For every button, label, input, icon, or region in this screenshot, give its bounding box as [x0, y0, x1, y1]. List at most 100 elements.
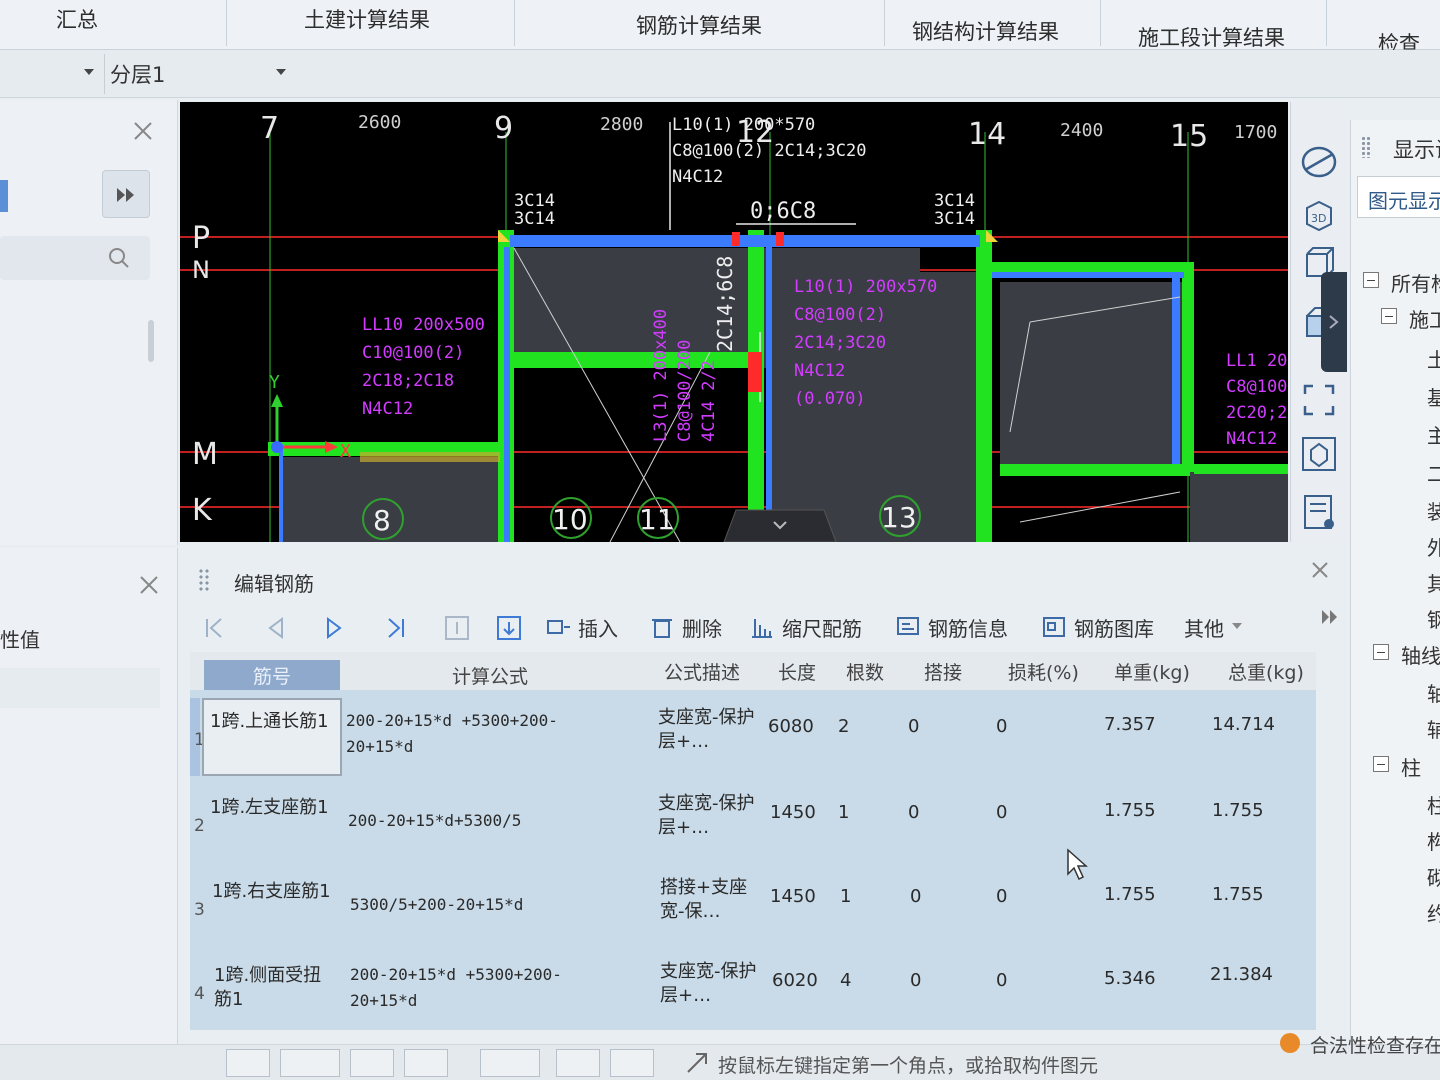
- cell-length[interactable]: 1450: [770, 802, 816, 823]
- status-toggle-button[interactable]: [350, 1049, 394, 1077]
- properties-icon[interactable]: [1299, 492, 1339, 532]
- cell-total-weight[interactable]: 14.714: [1212, 714, 1275, 735]
- warning-icon[interactable]: [1280, 1033, 1300, 1053]
- cell-loss[interactable]: 0: [996, 716, 1007, 737]
- floor-select[interactable]: 分层1: [110, 56, 300, 92]
- cell-lap[interactable]: 0: [910, 970, 921, 991]
- validity-check-status[interactable]: 合法性检查存在: [1310, 1031, 1440, 1058]
- status-toggle-button[interactable]: [226, 1049, 270, 1077]
- cell-lap[interactable]: 0: [908, 716, 919, 737]
- cell-total-weight[interactable]: 21.384: [1210, 964, 1273, 985]
- other-menu-button[interactable]: 其他: [1184, 610, 1242, 644]
- status-toggle-button[interactable]: [480, 1049, 540, 1077]
- cell-count[interactable]: 1: [840, 886, 851, 907]
- cell-formula[interactable]: 200-20+15*d +5300+200-20+15*d: [346, 708, 596, 760]
- tree-item[interactable]: 主: [1427, 420, 1440, 449]
- move-up-icon[interactable]: [444, 615, 470, 641]
- cell-total-weight[interactable]: 1.755: [1212, 800, 1264, 821]
- tab-rebar-results[interactable]: 钢筋计算结果: [636, 10, 762, 40]
- tree-item[interactable]: 基: [1427, 382, 1440, 411]
- status-toggle-button[interactable]: [404, 1049, 448, 1077]
- cell-loss[interactable]: 0: [996, 802, 1007, 823]
- tree-item[interactable]: 柱: [1401, 752, 1421, 781]
- first-record-icon[interactable]: [202, 616, 226, 640]
- collapse-toggle[interactable]: [1373, 756, 1389, 772]
- cell-loss[interactable]: 0: [996, 886, 1007, 907]
- display-settings-icon[interactable]: [1299, 434, 1339, 474]
- insert-button[interactable]: 插入: [546, 610, 618, 644]
- cell-description[interactable]: 搭接+支座宽-保…: [660, 876, 764, 924]
- close-icon[interactable]: [138, 574, 160, 596]
- scrollbar-thumb[interactable]: [148, 320, 154, 362]
- view-3d-icon[interactable]: 3D: [1299, 194, 1339, 234]
- cell-unit-weight[interactable]: 1.755: [1104, 884, 1156, 905]
- zoom-extents-icon[interactable]: [1299, 380, 1339, 420]
- column-header-formula[interactable]: 计算公式: [452, 662, 528, 689]
- column-header-length[interactable]: 长度: [778, 658, 816, 685]
- cell-bar-name[interactable]: 1跨.左支座筋1: [210, 796, 334, 820]
- collapse-toggle[interactable]: [1381, 308, 1397, 324]
- cell-formula[interactable]: 200-20+15*d+5300/5: [348, 808, 598, 834]
- drag-grip-icon[interactable]: [198, 568, 210, 592]
- close-icon[interactable]: [132, 120, 154, 142]
- rebar-info-button[interactable]: 钢筋信息: [896, 610, 1008, 644]
- table-row[interactable]: 3 1跨.右支座筋1 5300/5+200-20+15*d 搭接+支座宽-保… …: [190, 860, 1316, 944]
- cell-unit-weight[interactable]: 1.755: [1104, 800, 1156, 821]
- tree-item[interactable]: 土: [1427, 344, 1440, 373]
- move-down-icon[interactable]: [496, 615, 522, 641]
- side-expand-handle[interactable]: [1321, 272, 1347, 372]
- orbit-icon[interactable]: [1299, 142, 1339, 182]
- tree-item[interactable]: 其: [1427, 568, 1440, 597]
- cell-length[interactable]: 6080: [768, 716, 814, 737]
- table-row[interactable]: 1 1跨.上通长筋1 200-20+15*d +5300+200-20+15*d…: [190, 690, 1316, 776]
- status-toggle-button[interactable]: [556, 1049, 600, 1077]
- cell-description[interactable]: 支座宽-保护层+…: [660, 960, 764, 1008]
- cell-formula[interactable]: 5300/5+200-20+15*d: [350, 892, 600, 918]
- cell-lap[interactable]: 0: [910, 886, 921, 907]
- status-toggle-button[interactable]: [280, 1049, 340, 1077]
- cell-formula[interactable]: 200-20+15*d +5300+200-20+15*d: [350, 962, 600, 1014]
- cell-lap[interactable]: 0: [908, 802, 919, 823]
- cell-total-weight[interactable]: 1.755: [1212, 884, 1264, 905]
- cell-bar-name[interactable]: 1跨.右支座筋1: [212, 880, 336, 904]
- tab-summary[interactable]: 汇总: [56, 4, 98, 34]
- rebar-library-button[interactable]: 钢筋图库: [1042, 610, 1154, 644]
- double-chevron-right-icon[interactable]: [1322, 610, 1338, 624]
- cad-drawing[interactable]: Y X 7 9 12 14 15 2600 2800 2400 1700 P N…: [180, 102, 1288, 542]
- cell-description[interactable]: 支座宽-保护层+…: [658, 792, 762, 840]
- column-header-lap[interactable]: 搭接: [924, 658, 962, 685]
- cell-count[interactable]: 1: [838, 802, 849, 823]
- chevron-down-icon[interactable]: [84, 69, 94, 75]
- column-header-count[interactable]: 根数: [846, 658, 884, 685]
- table-row[interactable]: 4 1跨.侧面受扭筋1 200-20+15*d +5300+200-20+15*…: [190, 944, 1316, 1028]
- tree-item[interactable]: 外: [1427, 532, 1440, 561]
- cell-bar-name[interactable]: 1跨.侧面受扭筋1: [214, 964, 338, 1012]
- property-row[interactable]: [0, 668, 160, 708]
- cell-bar-name[interactable]: 1跨.上通长筋1: [210, 710, 334, 734]
- tab-section-results[interactable]: 施工段计算结果: [1138, 22, 1285, 52]
- tree-item[interactable]: 构: [1427, 826, 1440, 855]
- collapse-toggle[interactable]: [1363, 272, 1379, 288]
- cell-unit-weight[interactable]: 5.346: [1104, 968, 1156, 989]
- cell-loss[interactable]: 0: [996, 970, 1007, 991]
- tree-item[interactable]: 轴: [1427, 678, 1440, 707]
- tree-item[interactable]: 钢: [1427, 604, 1440, 633]
- table-row[interactable]: 2 1跨.左支座筋1 200-20+15*d+5300/5 支座宽-保护层+… …: [190, 776, 1316, 860]
- cell-count[interactable]: 2: [838, 716, 849, 737]
- tab-civil-results[interactable]: 土建计算结果: [304, 4, 430, 34]
- tree-item[interactable]: 约: [1427, 898, 1440, 927]
- next-record-icon[interactable]: [322, 616, 346, 640]
- tree-item[interactable]: 施工: [1409, 304, 1440, 333]
- tree-item[interactable]: 装: [1427, 496, 1440, 525]
- collapse-toggle[interactable]: [1373, 644, 1389, 660]
- tree-item[interactable]: 砌: [1427, 862, 1440, 891]
- tab-element-display[interactable]: 图元显示: [1357, 176, 1440, 218]
- tab-steel-results[interactable]: 钢结构计算结果: [912, 16, 1059, 46]
- tree-item[interactable]: 辅: [1427, 714, 1440, 743]
- search-input[interactable]: [0, 236, 150, 280]
- tree-item[interactable]: 柱: [1427, 790, 1440, 819]
- column-header-bar-no[interactable]: 筋号: [204, 660, 340, 694]
- tree-item[interactable]: 轴线: [1401, 640, 1440, 669]
- column-header-unit-weight[interactable]: 单重(kg): [1114, 658, 1190, 685]
- column-header-loss[interactable]: 损耗(%): [1008, 658, 1079, 685]
